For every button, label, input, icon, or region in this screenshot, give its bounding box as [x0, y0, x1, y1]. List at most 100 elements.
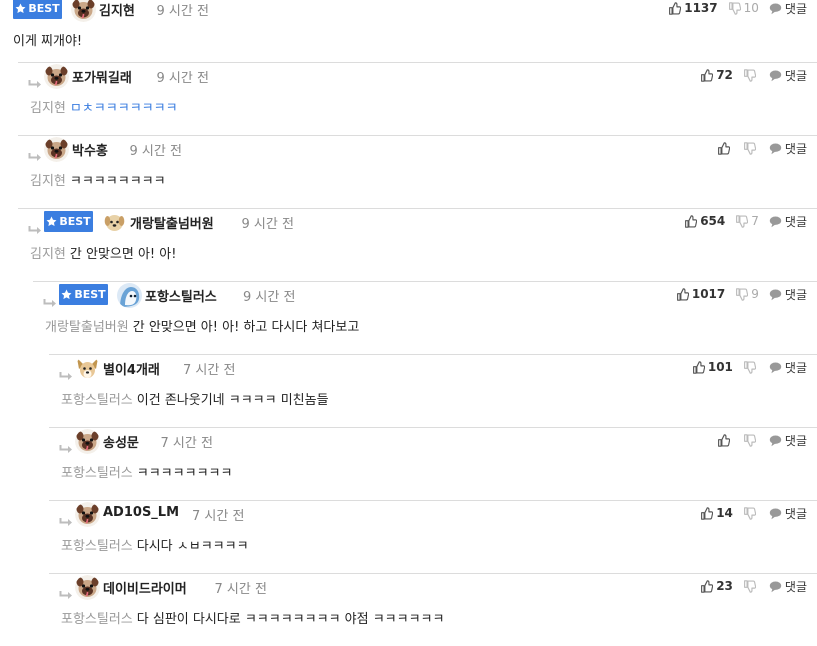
like-count: 72	[716, 68, 733, 82]
thumbs-up-icon	[692, 360, 705, 374]
comment-text: ㅋㅋㅋㅋㅋㅋㅋㅋ	[69, 174, 166, 189]
reply-target[interactable]: 포항스틸러스	[61, 539, 133, 554]
comment-time: 7 시간 전	[183, 363, 236, 378]
comment-item: 포가뭐길래 9 시간 전 72 댓글 김지현 ㅁㅊㅋㅋㅋㅋㅋㅋㅋ	[18, 62, 817, 135]
thumbs-down-icon	[728, 1, 741, 15]
like-button[interactable]: 14	[700, 506, 733, 520]
comment-nickname[interactable]: 포가뭐길래	[72, 67, 132, 86]
avatar[interactable]	[75, 502, 100, 527]
reply-target[interactable]: 개랑탈출넘버원	[45, 320, 129, 335]
comment-body: 김지현 ㅁㅊㅋㅋㅋㅋㅋㅋㅋ	[30, 97, 178, 116]
reply-target[interactable]: 포항스틸러스	[61, 393, 133, 408]
like-button[interactable]: 72	[700, 68, 733, 82]
like-button[interactable]: 101	[692, 360, 733, 374]
like-count: 1137	[684, 1, 718, 15]
reply-target[interactable]: 김지현	[30, 101, 66, 116]
comment-nickname[interactable]: 개랑탈출넘버원	[130, 213, 214, 232]
avatar[interactable]	[75, 356, 100, 381]
reply-label: 댓글	[784, 579, 807, 594]
thumbs-up-icon	[700, 579, 714, 593]
thumbs-down-icon	[743, 506, 756, 520]
reply-arrow-icon	[28, 75, 42, 88]
speech-bubble-icon	[769, 69, 782, 82]
avatar[interactable]	[44, 64, 69, 89]
like-button[interactable]: 654	[684, 214, 725, 228]
comment-nickname[interactable]: 데이비드라이머	[103, 578, 187, 597]
avatar[interactable]	[117, 283, 142, 308]
comment-header: 별이4개래 7 시간 전 101 댓글	[49, 355, 817, 383]
reply-label: 댓글	[784, 68, 807, 83]
comment-time: 7 시간 전	[192, 509, 245, 524]
like-count: 14	[716, 506, 733, 520]
avatar[interactable]	[75, 429, 100, 454]
reply-label: 댓글	[784, 1, 807, 16]
reply-button[interactable]: 댓글	[769, 432, 807, 449]
comment-time: 7 시간 전	[214, 582, 267, 597]
comment-nickname[interactable]: 포항스틸러스	[145, 286, 217, 305]
comment-nickname[interactable]: 별이4개래	[103, 359, 160, 378]
comment-nickname[interactable]: AD10S_LM	[103, 505, 179, 520]
comment-nickname[interactable]: 송성문	[103, 432, 139, 451]
reply-button[interactable]: 댓글	[769, 213, 807, 230]
avatar[interactable]	[75, 575, 100, 600]
like-button[interactable]: 23	[700, 579, 733, 593]
speech-bubble-icon	[769, 580, 782, 593]
reply-button[interactable]: 댓글	[769, 578, 807, 595]
comment-body: 개랑탈출넘버원 간 안맞으면 아! 아! 하고 다시다 쳐다보고	[45, 316, 359, 335]
speech-bubble-icon	[769, 2, 782, 15]
best-label: BEST	[74, 288, 106, 301]
comment-body: 김지현 간 안맞으면 아! 아!	[30, 243, 176, 262]
comment-actions: 14 댓글	[700, 503, 807, 523]
reply-label: 댓글	[784, 506, 807, 521]
reply-button[interactable]: 댓글	[769, 140, 807, 157]
comment-item: AD10S_LM 7 시간 전 14 댓글 포항스틸러스 다시다 ㅅㅂㅋㅋㅋㅋ	[49, 500, 817, 573]
comment-body: 이게 찌개야!	[13, 30, 82, 49]
comment-body: 김지현 ㅋㅋㅋㅋㅋㅋㅋㅋ	[30, 170, 166, 189]
thumbs-up-icon	[676, 287, 689, 301]
best-badge: BEST	[13, 0, 62, 19]
best-label: BEST	[59, 215, 91, 228]
like-count: 1017	[691, 287, 726, 301]
like-button[interactable]: 1137	[668, 1, 718, 15]
comment-nickname[interactable]: 김지현	[99, 0, 135, 19]
reply-target[interactable]: 포항스틸러스	[61, 466, 133, 481]
comment-actions: 1137 10 댓글	[668, 0, 807, 18]
reply-label: 댓글	[784, 214, 807, 229]
avatar[interactable]	[44, 137, 69, 162]
reply-button[interactable]: 댓글	[769, 286, 807, 303]
dislike-button[interactable]	[743, 68, 759, 82]
star-icon	[61, 289, 72, 300]
reply-target[interactable]: 포항스틸러스	[61, 612, 133, 627]
reply-button[interactable]: 댓글	[769, 505, 807, 522]
reply-label: 댓글	[784, 287, 807, 302]
dislike-button[interactable]	[743, 433, 759, 447]
thumbs-down-icon	[743, 433, 756, 447]
comment-item: 데이비드라이머 7 시간 전 23 댓글 포항스틸러스 다 심판이 다시다로 ㅋㅋㅋㅋㅋㅋ…	[49, 573, 817, 646]
dislike-button[interactable]	[743, 506, 759, 520]
dislike-button[interactable]: 7	[735, 214, 759, 228]
reply-button[interactable]: 댓글	[769, 0, 807, 17]
like-button[interactable]	[717, 433, 733, 447]
like-count: 23	[716, 579, 733, 593]
reply-target[interactable]: 김지현	[30, 247, 66, 262]
reply-arrow-icon	[59, 367, 73, 380]
comment-body: 포항스틸러스 이건 존나웃기네 ㅋㅋㅋㅋ 미친놈들	[61, 389, 329, 408]
avatar[interactable]	[71, 0, 96, 22]
dislike-button[interactable]	[743, 141, 759, 155]
like-button[interactable]: 1017	[676, 287, 725, 301]
dislike-button[interactable]	[743, 360, 759, 374]
dislike-button[interactable]: 9	[735, 287, 759, 301]
comment-header: 데이비드라이머 7 시간 전 23 댓글	[49, 574, 817, 602]
like-button[interactable]	[717, 141, 733, 155]
comment-actions: 101 댓글	[692, 357, 807, 377]
comment-nickname[interactable]: 박수홍	[72, 140, 108, 159]
comment-text: 이건 존나웃기네 ㅋㅋㅋㅋ 미친놈들	[136, 393, 329, 408]
comment-text: 간 안맞으면 아! 아! 하고 다시다 쳐다보고	[132, 320, 360, 335]
dislike-button[interactable]: 10	[728, 1, 759, 15]
dislike-button[interactable]	[743, 579, 759, 593]
reply-target[interactable]: 김지현	[30, 174, 66, 189]
reply-button[interactable]: 댓글	[769, 359, 807, 376]
like-count: 101	[707, 360, 733, 374]
reply-button[interactable]: 댓글	[769, 67, 807, 84]
avatar[interactable]	[102, 210, 127, 235]
